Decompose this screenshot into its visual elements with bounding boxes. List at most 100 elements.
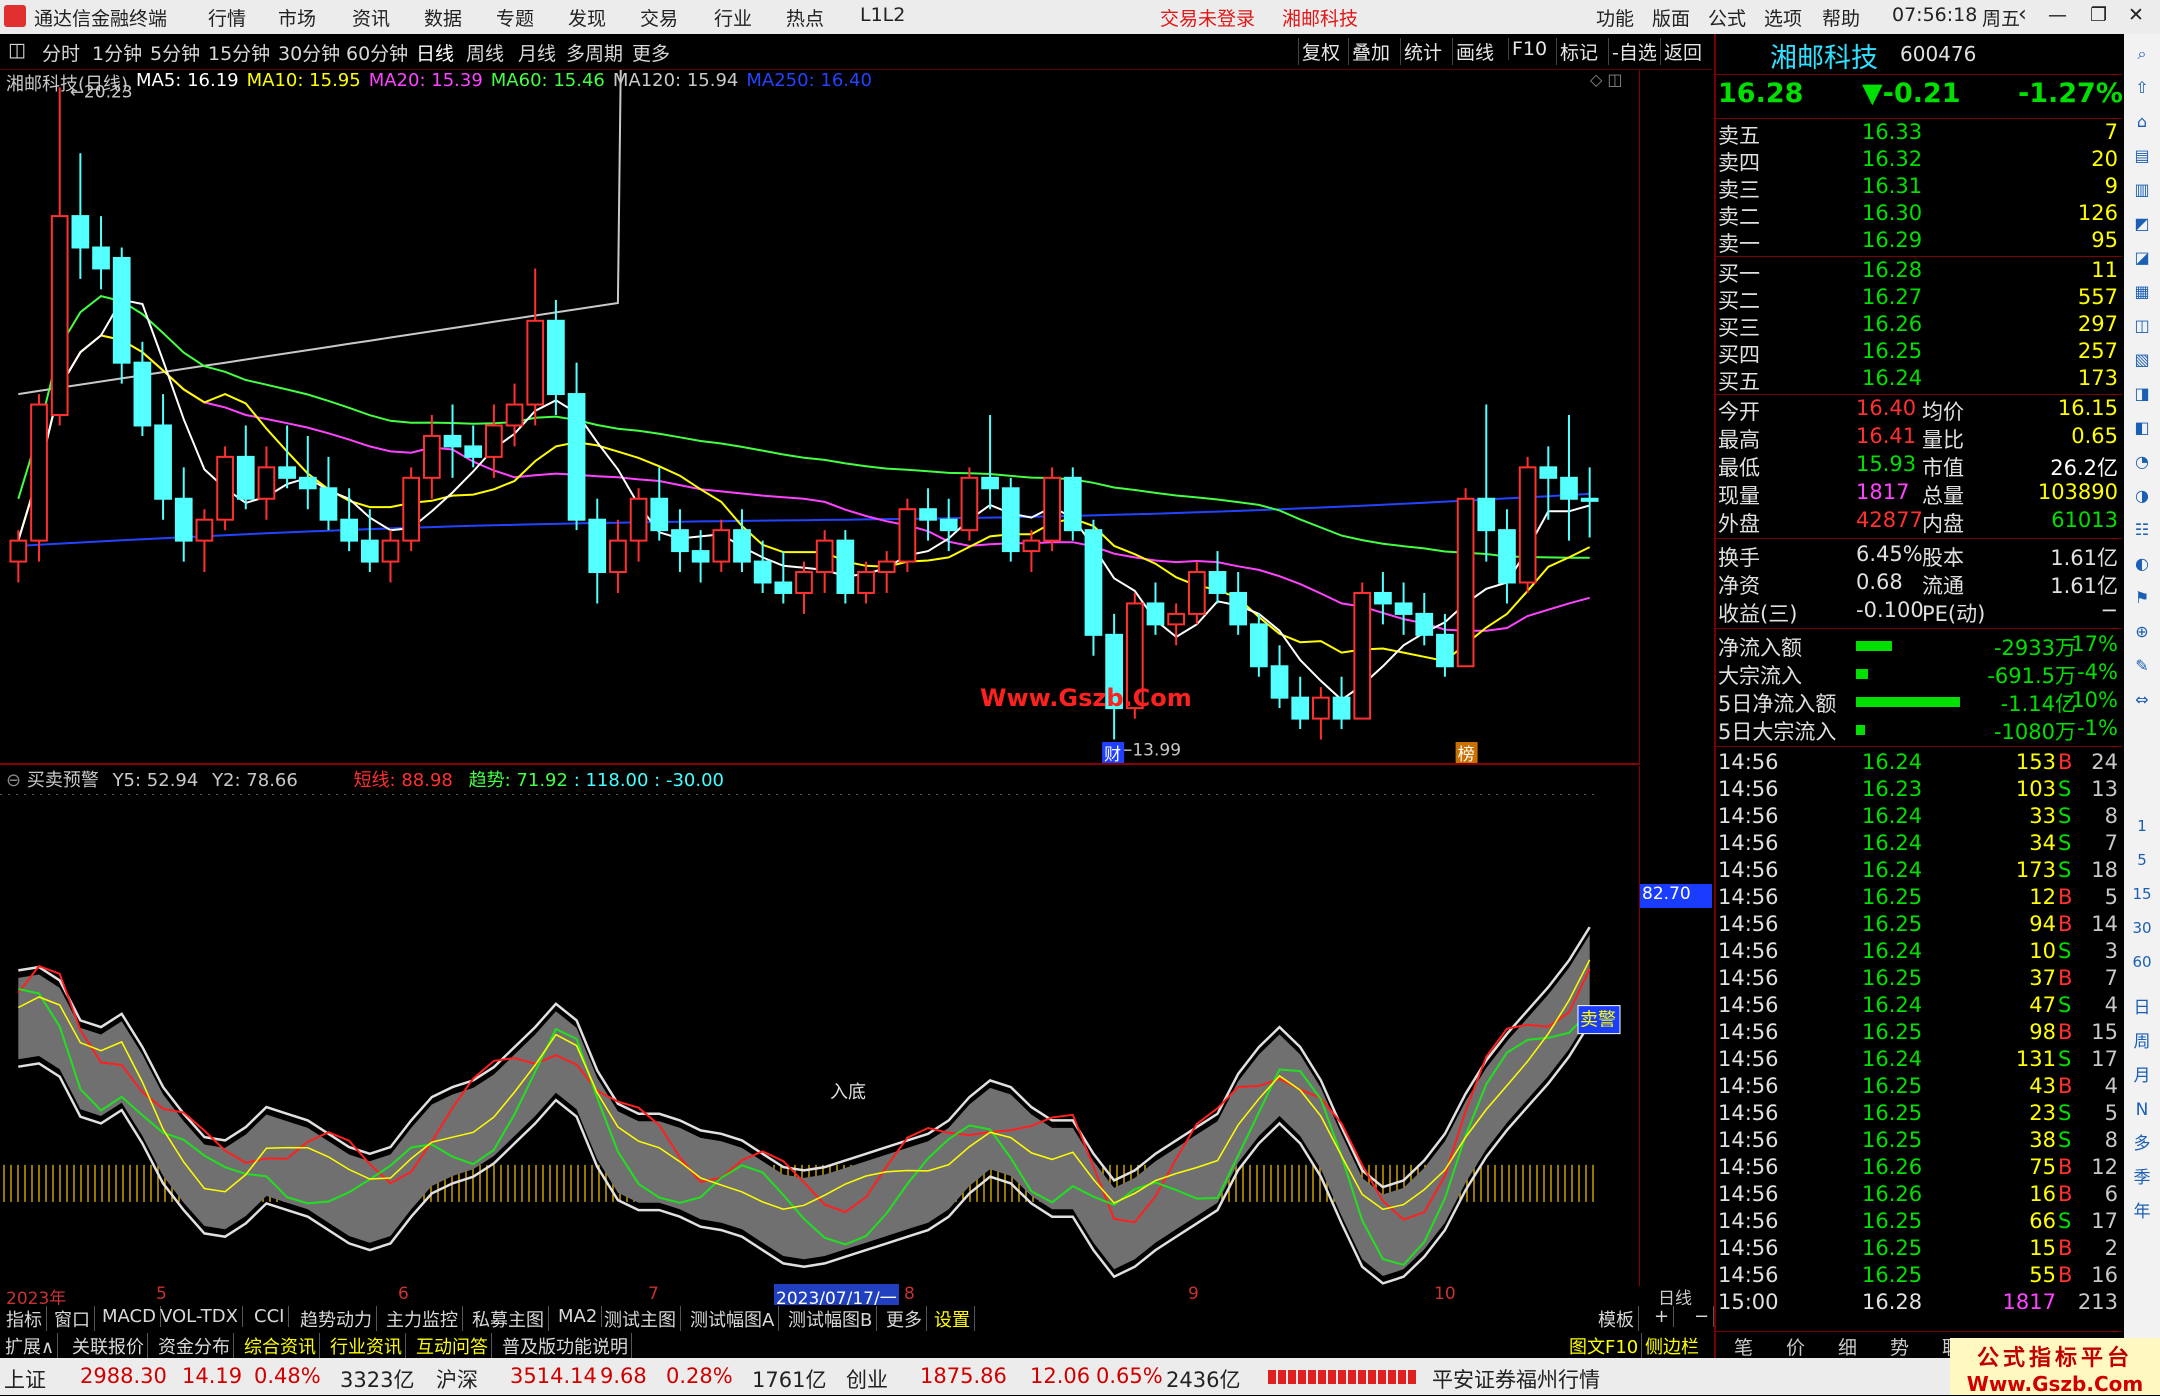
side-tool-0-icon[interactable]: ⌕ <box>2130 42 2154 66</box>
menu-item-9[interactable]: L1L2 <box>860 4 905 26</box>
info-tab-3[interactable]: 综合资讯 <box>241 1333 320 1359</box>
side-tool-6-icon[interactable]: ◪ <box>2130 246 2154 270</box>
side-tool-12-icon[interactable]: ◔ <box>2130 450 2154 474</box>
indicator-tab-13[interactable]: 设置 <box>930 1306 975 1332</box>
menu-item-4[interactable]: 专题 <box>496 4 534 31</box>
side-minute-1[interactable]: 5 <box>2130 848 2154 872</box>
side-tool-1-icon[interactable]: ⇧ <box>2130 76 2154 100</box>
side-tool-11-icon[interactable]: ◧ <box>2130 416 2154 440</box>
menu-item-2[interactable]: 资讯 <box>352 4 390 31</box>
indicator-tab-6[interactable]: 主力监控 <box>382 1306 463 1332</box>
info-tab-5[interactable]: 互动问答 <box>413 1333 492 1359</box>
indicator-tab-5[interactable]: 趋势动力 <box>296 1306 377 1332</box>
indicator-tab-right-2[interactable]: − <box>1690 1306 1715 1327</box>
period-tab-4[interactable]: 30分钟 <box>278 39 340 66</box>
side-period-5[interactable]: 季 <box>2130 1166 2154 1190</box>
indicator-tab-2[interactable]: MACD <box>98 1306 161 1327</box>
chart-settings-icon[interactable]: ◇ ◫ <box>1590 70 1623 89</box>
period-tab-5[interactable]: 60分钟 <box>346 39 408 66</box>
side-tool-15-icon[interactable]: ◐ <box>2130 552 2154 576</box>
side-period-0[interactable]: 日 <box>2130 996 2154 1020</box>
side-period-6[interactable]: 年 <box>2130 1200 2154 1224</box>
indicator-tab-8[interactable]: MA2 <box>554 1306 603 1327</box>
period-tab-9[interactable]: 多周期 <box>566 39 623 66</box>
tool-button-3[interactable]: 画线 <box>1452 38 1497 65</box>
info-tab-right-0[interactable]: 图文F10 <box>1566 1333 1643 1359</box>
period-tab-10[interactable]: 更多 <box>632 39 670 66</box>
restore-icon[interactable]: ❐ <box>2090 4 2107 26</box>
indicator-tab-right-0[interactable]: 模板 <box>1594 1306 1639 1332</box>
indicator-tab-12[interactable]: 更多 <box>882 1306 927 1332</box>
period-tab-6[interactable]: 日线 <box>416 39 454 66</box>
side-tool-7-icon[interactable]: ▦ <box>2130 280 2154 304</box>
menu-right-item-4[interactable]: 帮助 <box>1822 4 1860 31</box>
side-tool-2-icon[interactable]: ⌂ <box>2130 110 2154 134</box>
side-tool-8-icon[interactable]: ◫ <box>2130 314 2154 338</box>
menu-item-0[interactable]: 行情 <box>208 4 246 31</box>
login-status[interactable]: 交易未登录 <box>1160 4 1255 31</box>
period-tab-8[interactable]: 月线 <box>518 39 556 66</box>
quote-tab-0[interactable]: 笔 <box>1734 1333 1753 1360</box>
index-name-0[interactable]: 上证 <box>4 1364 46 1394</box>
menu-right-item-1[interactable]: 版面 <box>1652 4 1690 31</box>
back-icon[interactable]: ‹ <box>2018 2 2027 27</box>
side-tool-18-icon[interactable]: ✎ <box>2130 654 2154 678</box>
tool-button-5[interactable]: 标记 <box>1556 38 1601 65</box>
side-minute-4[interactable]: 60 <box>2130 950 2154 974</box>
menu-item-7[interactable]: 行业 <box>714 4 752 31</box>
indicator-tab-9[interactable]: 测试主图 <box>600 1306 681 1332</box>
panel-toggle-icon[interactable]: ◫ <box>8 39 26 61</box>
close-icon[interactable]: ✕ <box>2128 4 2144 26</box>
period-tab-7[interactable]: 周线 <box>466 39 504 66</box>
tool-button-0[interactable]: 复权 <box>1298 38 1343 65</box>
indicator-tab-right-1[interactable]: + <box>1650 1306 1675 1327</box>
menu-item-8[interactable]: 热点 <box>786 4 824 31</box>
side-period-1[interactable]: 周 <box>2130 1030 2154 1054</box>
indicator-tab-0[interactable]: 指标 <box>2 1306 47 1332</box>
side-tool-10-icon[interactable]: ◨ <box>2130 382 2154 406</box>
side-tool-14-icon[interactable]: ☷ <box>2130 518 2154 542</box>
tool-button-4[interactable]: F10 <box>1508 38 1550 60</box>
period-tab-0[interactable]: 分时 <box>42 39 80 66</box>
kline-chart[interactable]: 20.0019.5019.0018.5018.0017.5017.0016.50… <box>0 70 1640 765</box>
menu-right-item-0[interactable]: 功能 <box>1596 4 1634 31</box>
menu-item-1[interactable]: 市场 <box>278 4 316 31</box>
side-tool-9-icon[interactable]: ▧ <box>2130 348 2154 372</box>
index-name-2[interactable]: 创业 <box>846 1364 888 1394</box>
side-minute-0[interactable]: 1 <box>2130 814 2154 838</box>
side-tool-3-icon[interactable]: ▤ <box>2130 144 2154 168</box>
indicator-tab-7[interactable]: 私募主图 <box>468 1306 549 1332</box>
side-period-4[interactable]: 多 <box>2130 1132 2154 1156</box>
menu-item-5[interactable]: 发现 <box>568 4 606 31</box>
menu-right-item-2[interactable]: 公式 <box>1708 4 1746 31</box>
quote-tab-3[interactable]: 势 <box>1890 1333 1909 1360</box>
info-tab-4[interactable]: 行业资讯 <box>327 1333 406 1359</box>
indicator-tab-11[interactable]: 测试幅图B <box>784 1306 878 1332</box>
indicator-tab-1[interactable]: 窗口 <box>50 1306 95 1332</box>
side-period-2[interactable]: 月 <box>2130 1064 2154 1088</box>
indicator-tab-3[interactable]: VOL-TDX <box>156 1306 243 1327</box>
menu-item-3[interactable]: 数据 <box>424 4 462 31</box>
tool-button-1[interactable]: 叠加 <box>1348 38 1393 65</box>
side-tool-4-icon[interactable]: ▥ <box>2130 178 2154 202</box>
info-tab-2[interactable]: 资金分布 <box>155 1333 234 1359</box>
period-tab-1[interactable]: 1分钟 <box>92 39 142 66</box>
menu-item-6[interactable]: 交易 <box>640 4 678 31</box>
side-tool-19-icon[interactable]: ⇔ <box>2130 688 2154 712</box>
side-tool-16-icon[interactable]: ⚑ <box>2130 586 2154 610</box>
side-period-3[interactable]: N <box>2130 1098 2154 1122</box>
side-tool-5-icon[interactable]: ◩ <box>2130 212 2154 236</box>
info-tab-0[interactable]: 扩展∧ <box>2 1333 59 1359</box>
period-tab-3[interactable]: 15分钟 <box>208 39 270 66</box>
period-tab-2[interactable]: 5分钟 <box>150 39 200 66</box>
index-name-1[interactable]: 沪深 <box>436 1364 478 1394</box>
tool-button-6[interactable]: -自选 <box>1608 38 1660 65</box>
side-minute-2[interactable]: 15 <box>2130 882 2154 906</box>
indicator-collapse-icon[interactable]: ⊖ <box>6 770 21 791</box>
tool-button-2[interactable]: 统计 <box>1400 38 1445 65</box>
indicator-tab-4[interactable]: CCI <box>250 1306 290 1327</box>
indicator-tab-10[interactable]: 测试幅图A <box>686 1306 780 1332</box>
menu-right-item-3[interactable]: 选项 <box>1764 4 1802 31</box>
quote-tab-1[interactable]: 价 <box>1786 1333 1805 1360</box>
indicator-chart[interactable]: 120.00100.0080.0060.0040.0020.000.00入底买警… <box>0 766 1640 1286</box>
